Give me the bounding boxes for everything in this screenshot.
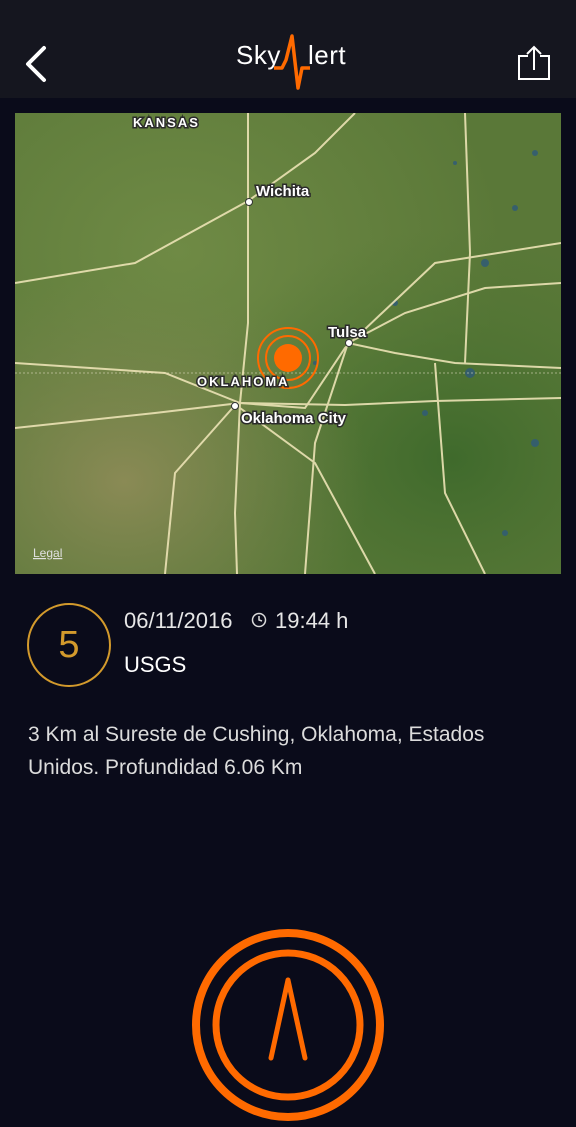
logo-text-right: lert bbox=[308, 40, 347, 70]
map-label-wichita: Wichita bbox=[256, 183, 310, 200]
map-label-okc: Oklahoma City bbox=[241, 410, 347, 427]
map-label-kansas: KANSAS bbox=[133, 115, 200, 130]
skyalert-logo: Sky lert bbox=[236, 30, 346, 94]
event-time: 19:44 h bbox=[275, 608, 349, 633]
logo-pulse-icon bbox=[274, 34, 310, 90]
top-bar: Sky lert bbox=[0, 0, 576, 98]
skyalert-button[interactable] bbox=[191, 928, 385, 1122]
back-button[interactable] bbox=[18, 42, 58, 86]
magnitude-value: 5 bbox=[58, 623, 80, 666]
chevron-left-icon bbox=[26, 46, 46, 82]
share-icon bbox=[518, 45, 550, 80]
earthquake-map[interactable]: KANSAS OKLAHOMA Wichita Tulsa Oklahoma C… bbox=[15, 113, 561, 574]
map-legal-link: Legal bbox=[33, 546, 62, 560]
share-button[interactable] bbox=[516, 44, 552, 82]
event-date: 06/11/2016 bbox=[124, 608, 233, 633]
skyalert-button-icon bbox=[192, 929, 384, 1121]
map-label-oklahoma: OKLAHOMA bbox=[197, 374, 290, 389]
clock-icon bbox=[251, 612, 267, 628]
map-label-tulsa: Tulsa bbox=[328, 324, 367, 341]
event-description: 3 Km al Sureste de Cushing, Oklahoma, Es… bbox=[28, 723, 485, 779]
magnitude-badge: 5 bbox=[27, 603, 111, 687]
event-source: USGS bbox=[124, 652, 187, 677]
map-canvas: KANSAS OKLAHOMA Wichita Tulsa Oklahoma C… bbox=[15, 113, 561, 574]
